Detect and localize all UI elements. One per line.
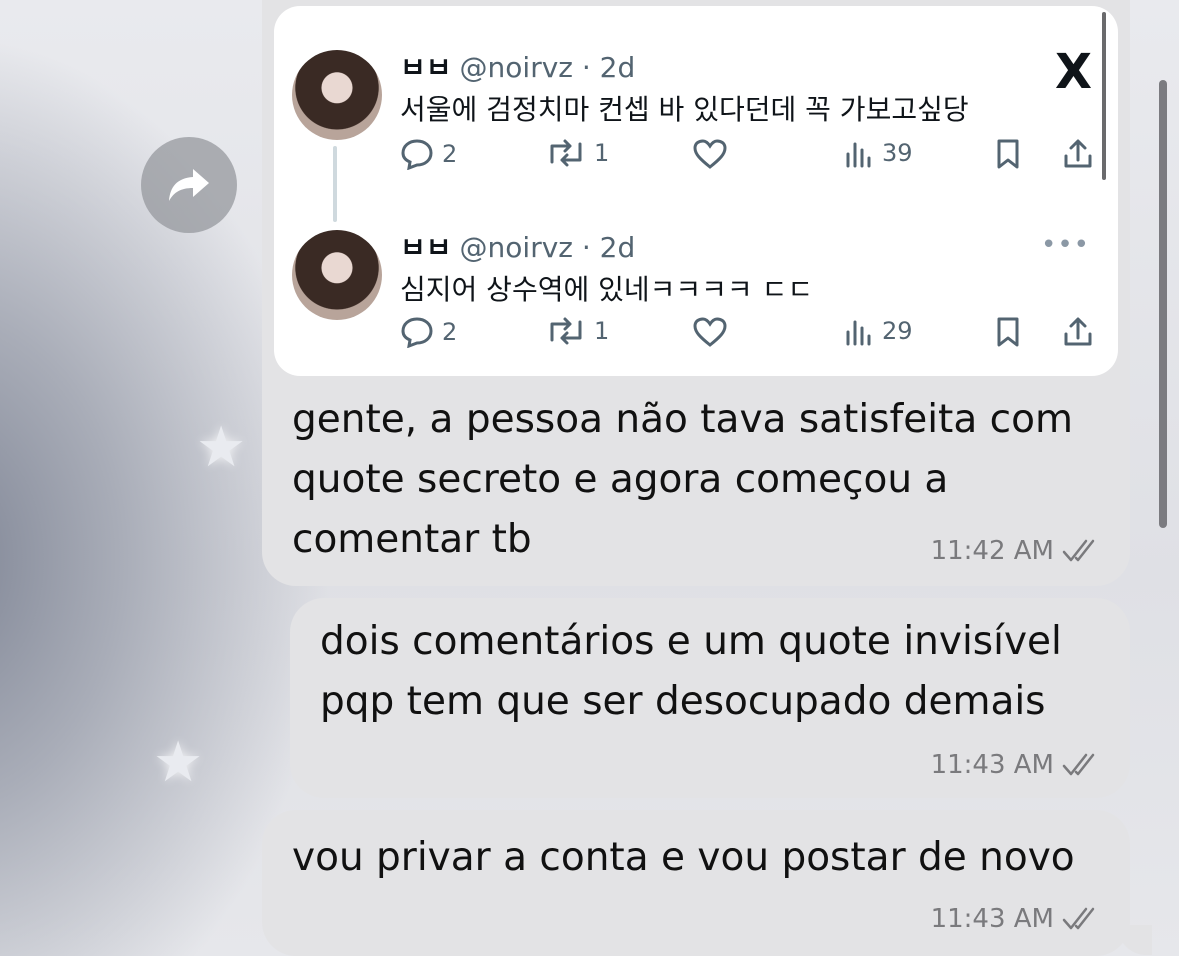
star-icon: ★	[196, 415, 247, 480]
more-dots-icon[interactable]: •••	[1041, 230, 1090, 260]
reply-count: 2	[442, 318, 458, 346]
message-meta: 11:43 AM	[931, 904, 1102, 934]
reply-bubble-icon	[401, 139, 433, 170]
share-button[interactable]	[1062, 138, 1094, 170]
heart-icon	[693, 139, 727, 169]
message-line: pqp tem que ser desocupado demais	[320, 679, 1046, 724]
repost-icon	[550, 139, 582, 167]
double-check-icon	[1062, 753, 1095, 776]
repost-button[interactable]: 1	[546, 316, 609, 346]
handle[interactable]: @noirvz	[460, 51, 573, 84]
card-scrollbar[interactable]	[1102, 12, 1106, 180]
heart-icon	[693, 317, 727, 347]
message-meta: 11:42 AM	[931, 536, 1102, 566]
message-time: 11:42 AM	[930, 536, 1054, 566]
bookmark-button[interactable]	[994, 138, 1022, 170]
handle[interactable]: @noirvz	[460, 231, 573, 264]
reply-button[interactable]: 2	[400, 138, 457, 170]
views-button[interactable]: 39	[844, 138, 913, 168]
repost-count: 1	[594, 139, 610, 167]
bookmark-icon	[997, 139, 1019, 169]
message-time: 11:43 AM	[930, 750, 1054, 780]
message-bubble[interactable]: vou privar a conta e vou postar de novo …	[262, 810, 1130, 956]
views-bars-icon	[846, 320, 871, 346]
post-header: ㅂㅂ @noirvz · 2d	[400, 226, 635, 266]
message-text: vou privar a conta e vou postar de novo	[292, 828, 1075, 888]
post-age: · 2d	[581, 231, 636, 264]
display-name[interactable]: ㅂㅂ	[400, 51, 452, 84]
reply-bubble-icon	[401, 317, 433, 348]
reply-count: 2	[442, 140, 458, 168]
message-meta: 11:43 AM	[931, 750, 1102, 780]
x-logo-icon[interactable]: X	[1055, 48, 1092, 96]
bookmark-button[interactable]	[994, 316, 1022, 348]
star-icon: ★	[153, 730, 204, 795]
post-text: 심지어 상수역에 있네ㅋㅋㅋㅋ ㄷㄷ	[400, 273, 814, 306]
double-check-icon	[1062, 907, 1095, 930]
like-button[interactable]	[692, 316, 728, 348]
message-text: dois comentários e um quote invisível pq…	[320, 612, 1062, 732]
post-actions: 2 1 39	[400, 138, 1100, 178]
message-line: dois comentários e um quote invisível	[320, 619, 1062, 664]
share-button[interactable]	[1062, 316, 1094, 348]
post-age: · 2d	[581, 51, 636, 84]
post-actions: 2 1 29	[400, 316, 1100, 356]
bubble-tail	[1118, 925, 1152, 955]
repost-icon	[550, 317, 582, 345]
display-name[interactable]: ㅂㅂ	[400, 231, 452, 264]
repost-count: 1	[594, 317, 610, 345]
double-check-icon	[1062, 539, 1095, 562]
message-time: 11:43 AM	[930, 904, 1054, 934]
message-line: vou privar a conta e vou postar de novo	[292, 835, 1075, 880]
post-text: 서울에 검정치마 컨셉 바 있다던데 꼭 가보고싶당	[400, 93, 969, 126]
avatar[interactable]	[292, 50, 382, 140]
share-icon	[1064, 139, 1092, 168]
forward-arrow-icon	[169, 169, 209, 201]
reply-button[interactable]: 2	[400, 316, 457, 348]
bookmark-icon	[997, 317, 1019, 347]
embedded-post-card[interactable]: X ㅂㅂ @noirvz · 2d 서울에 검정치마 컨셉 바 있다던데 꼭 가보…	[274, 6, 1118, 376]
like-button[interactable]	[692, 138, 728, 170]
repost-button[interactable]: 1	[546, 138, 609, 168]
views-button[interactable]: 29	[844, 316, 913, 346]
message-bubble[interactable]: dois comentários e um quote invisível pq…	[290, 598, 1130, 798]
message-line: gente, a pessoa não tava satisfeita com	[292, 397, 1073, 442]
share-icon	[1064, 317, 1092, 346]
forward-button[interactable]	[141, 137, 237, 233]
views-bars-icon	[846, 142, 871, 168]
thread-connector-line	[333, 146, 337, 222]
views-count: 39	[882, 139, 913, 167]
post-header: ㅂㅂ @noirvz · 2d	[400, 46, 635, 86]
views-count: 29	[882, 317, 913, 345]
message-line: quote secreto e agora começou a	[292, 457, 949, 502]
message-bubble[interactable]: X ㅂㅂ @noirvz · 2d 서울에 검정치마 컨셉 바 있다던데 꼭 가보…	[262, 0, 1130, 586]
chat-scrollbar[interactable]	[1159, 80, 1167, 528]
avatar[interactable]	[292, 230, 382, 320]
